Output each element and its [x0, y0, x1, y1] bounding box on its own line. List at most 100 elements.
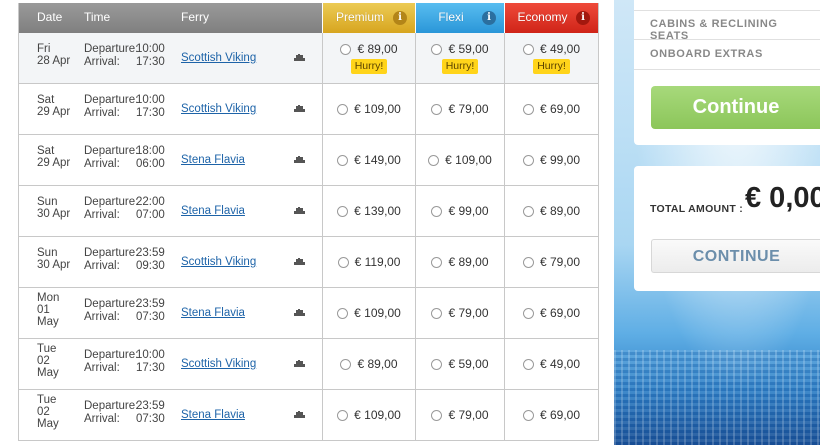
fare-option[interactable]: € 139,00 — [337, 204, 401, 218]
arrival-label: Arrival: — [84, 158, 120, 170]
radio-button[interactable] — [522, 205, 534, 217]
radio-button[interactable] — [522, 358, 534, 370]
fare-option[interactable]: € 79,00 — [431, 306, 489, 320]
flexi-info-icon[interactable]: i — [482, 11, 496, 25]
fare-option[interactable]: € 89,00 — [522, 204, 580, 218]
ferry-link[interactable]: Scottish Viking — [181, 256, 256, 268]
total-amount-value: € 0,00 — [745, 182, 820, 214]
radio-button[interactable] — [431, 103, 443, 115]
row-date: 30 Apr — [37, 259, 71, 271]
radio-button[interactable] — [522, 409, 534, 421]
price-cell-economy[interactable]: € 49,00 Hurry! — [504, 33, 598, 83]
ferry-link[interactable]: Stena Flavia — [181, 205, 245, 217]
fare-option[interactable]: € 109,00 — [337, 102, 401, 116]
price-value: € 109,00 — [354, 102, 401, 116]
radio-button[interactable] — [522, 154, 534, 166]
price-cell-premium[interactable]: € 109,00 — [322, 288, 415, 338]
ferry-link[interactable]: Stena Flavia — [181, 307, 245, 319]
price-cell-economy[interactable]: € 69,00 — [504, 84, 598, 134]
fare-option[interactable]: € 89,00 — [431, 255, 489, 269]
fare-option[interactable]: € 69,00 — [522, 102, 580, 116]
price-cell-premium[interactable]: € 149,00 — [322, 135, 415, 185]
radio-button[interactable] — [337, 205, 349, 217]
price-cell-flexi[interactable]: € 79,00 — [415, 84, 504, 134]
price-value: € 89,00 — [448, 255, 489, 269]
price-cell-flexi[interactable]: € 79,00 — [415, 390, 504, 440]
arrival-time: 07:00 — [136, 209, 165, 221]
price-cell-economy[interactable]: € 99,00 — [504, 135, 598, 185]
radio-button[interactable] — [340, 358, 352, 370]
price-cell-economy[interactable]: € 69,00 — [504, 288, 598, 338]
radio-button[interactable] — [337, 154, 349, 166]
fare-option[interactable]: € 89,00 — [340, 42, 398, 56]
row-date-cell: Sun 30 Apr — [19, 186, 84, 236]
continue-button-secondary[interactable]: CONTINUE — [651, 239, 820, 273]
price-value: € 79,00 — [539, 255, 581, 269]
arrival-time: 17:30 — [136, 107, 165, 119]
price-cell-flexi[interactable]: € 99,00 — [415, 186, 504, 236]
continue-button-primary[interactable]: Continue — [651, 86, 820, 129]
row-time-cell: Departure: 23:59 Arrival: 09:30 — [84, 237, 181, 287]
radio-button[interactable] — [522, 256, 534, 268]
price-cell-flexi[interactable]: € 59,00 — [415, 339, 504, 389]
premium-info-icon[interactable]: i — [393, 11, 407, 25]
fare-option[interactable]: € 49,00 — [522, 357, 580, 371]
radio-button[interactable] — [337, 409, 349, 421]
radio-button[interactable] — [337, 103, 349, 115]
price-cell-premium[interactable]: € 89,00 — [322, 339, 415, 389]
ferry-link[interactable]: Stena Flavia — [181, 154, 245, 166]
fare-option[interactable]: € 99,00 — [522, 153, 580, 167]
fare-option[interactable]: € 59,00 — [431, 357, 489, 371]
fare-option[interactable]: € 109,00 — [337, 408, 401, 422]
price-cell-premium[interactable]: € 89,00 Hurry! — [322, 33, 415, 83]
radio-button[interactable] — [431, 358, 443, 370]
price-cell-economy[interactable]: € 89,00 — [504, 186, 598, 236]
fare-option[interactable]: € 109,00 — [337, 306, 401, 320]
price-cell-premium[interactable]: € 109,00 — [322, 84, 415, 134]
price-cell-premium[interactable]: € 109,00 — [322, 390, 415, 440]
ferry-link[interactable]: Scottish Viking — [181, 103, 256, 115]
fare-option[interactable]: € 59,00 — [431, 42, 489, 56]
fare-option[interactable]: € 89,00 — [340, 357, 398, 371]
fare-option[interactable]: € 99,00 — [431, 204, 489, 218]
price-value: € 149,00 — [354, 153, 401, 167]
fare-option[interactable]: € 119,00 — [337, 255, 400, 269]
fare-option[interactable]: € 69,00 — [522, 306, 580, 320]
price-cell-economy[interactable]: € 79,00 — [504, 237, 598, 287]
price-cell-premium[interactable]: € 139,00 — [322, 186, 415, 236]
header-economy-label: Economy — [517, 10, 568, 24]
fare-option[interactable]: € 149,00 — [337, 153, 401, 167]
fare-option[interactable]: € 79,00 — [431, 408, 489, 422]
fare-option[interactable]: € 79,00 — [522, 255, 581, 269]
radio-button[interactable] — [337, 307, 349, 319]
ferry-link[interactable]: Scottish Viking — [181, 358, 256, 370]
radio-button[interactable] — [337, 256, 349, 268]
radio-button[interactable] — [522, 307, 534, 319]
row-time-cell: Departure: 10:00 Arrival: 17:30 — [84, 33, 181, 83]
price-cell-flexi[interactable]: € 89,00 — [415, 237, 504, 287]
fare-option[interactable]: € 49,00 — [522, 42, 580, 56]
menu-item-onboard-extras[interactable]: ONBOARD EXTRAS — [650, 48, 763, 60]
price-cell-premium[interactable]: € 119,00 — [322, 237, 415, 287]
radio-button[interactable] — [431, 43, 443, 55]
price-cell-flexi[interactable]: € 79,00 — [415, 288, 504, 338]
price-cell-flexi[interactable]: € 59,00 Hurry! — [415, 33, 504, 83]
radio-button[interactable] — [522, 43, 534, 55]
radio-button[interactable] — [340, 43, 352, 55]
radio-button[interactable] — [431, 307, 443, 319]
radio-button[interactable] — [431, 256, 443, 268]
price-cell-economy[interactable]: € 69,00 — [504, 390, 598, 440]
ferry-link[interactable]: Stena Flavia — [181, 409, 245, 421]
arrival-time: 07:30 — [136, 413, 165, 425]
price-cell-economy[interactable]: € 49,00 — [504, 339, 598, 389]
radio-button[interactable] — [431, 205, 443, 217]
price-cell-flexi[interactable]: € 109,00 — [415, 135, 504, 185]
ferry-link[interactable]: Scottish Viking — [181, 52, 256, 64]
radio-button[interactable] — [431, 409, 443, 421]
fare-option[interactable]: € 109,00 — [428, 153, 492, 167]
radio-button[interactable] — [522, 103, 534, 115]
radio-button[interactable] — [428, 154, 440, 166]
economy-info-icon[interactable]: i — [576, 11, 590, 25]
fare-option[interactable]: € 69,00 — [522, 408, 580, 422]
fare-option[interactable]: € 79,00 — [431, 102, 489, 116]
